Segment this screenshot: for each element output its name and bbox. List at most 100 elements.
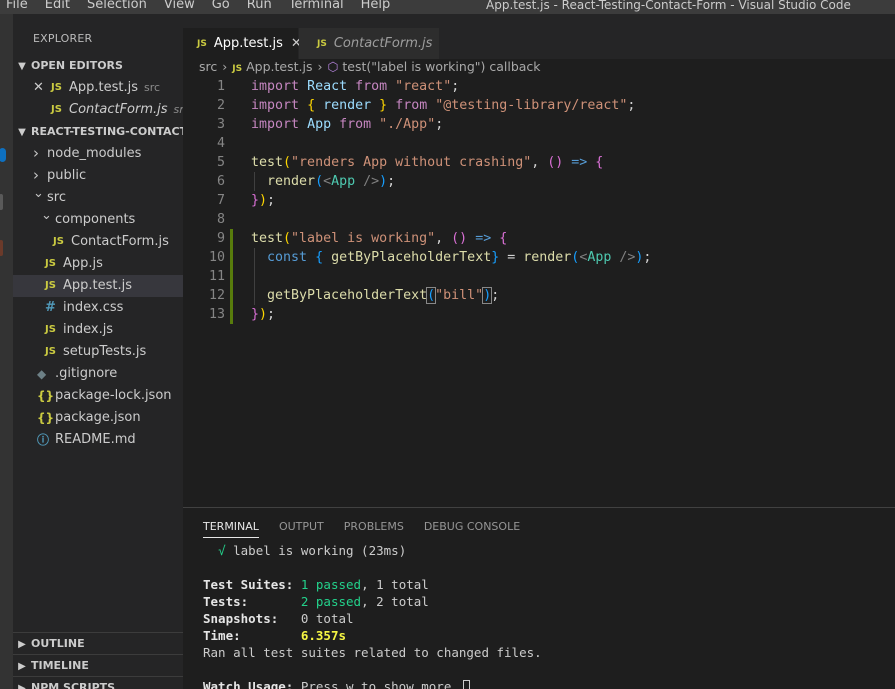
js-file-icon: JS (51, 104, 62, 115)
timeline-section[interactable]: ▶ TIMELINE (13, 654, 183, 676)
project-title: REACT-TESTING-CONTACT... (31, 125, 183, 138)
symbol-icon: ⬡ (327, 59, 339, 74)
tree-item[interactable]: # index.css (13, 297, 183, 319)
code-line: 9 test("label is working", () => { (183, 229, 895, 248)
extensions-icon[interactable] (0, 240, 3, 256)
tab-problems[interactable]: PROBLEMS (344, 520, 404, 538)
chevron-down-icon: ▼ (18, 61, 26, 72)
code-line: 11 (183, 267, 895, 286)
tree-item[interactable]: JS ContactForm.js (13, 231, 183, 253)
tree-item[interactable]: ⌄ components (13, 209, 183, 231)
tests-label: Tests: (203, 594, 249, 609)
menu-terminal[interactable]: Terminal (289, 0, 344, 13)
js-file-icon: JS (317, 39, 327, 49)
tree-item[interactable]: ◆ .gitignore (13, 363, 183, 385)
line-number: 4 (216, 136, 225, 151)
code-editor[interactable]: 1 import React from "react"; 2 import { re… (183, 77, 895, 507)
line-number: 8 (216, 212, 225, 227)
tab-debug-console[interactable]: DEBUG CONSOLE (424, 520, 520, 538)
menu-view[interactable]: View (164, 0, 195, 13)
code-line: 7}); (183, 191, 895, 210)
tree-item[interactable]: › public (13, 165, 183, 187)
json-file-icon: {} (37, 389, 55, 403)
tree-item-label: node_modules (47, 146, 142, 161)
terminal-output[interactable]: √ label is working (23ms) Test Suites: 1… (203, 542, 542, 689)
code-text: import App from "./App"; (251, 117, 444, 132)
npm-scripts-section[interactable]: ▶ NPM SCRIPTS (13, 676, 183, 689)
breadcrumb-symbol[interactable]: test("label is working") callback (342, 59, 540, 74)
code-line: 8 (183, 210, 895, 229)
breadcrumb-folder[interactable]: src (199, 59, 217, 74)
line-number: 1 (216, 79, 225, 94)
menu-file[interactable]: File (6, 0, 28, 13)
suites-passed: 1 passed (300, 577, 362, 592)
tab-label: App.test.js (213, 36, 283, 51)
tree-item[interactable]: ⓘ README.md (13, 429, 183, 451)
chevron-right-icon: › (222, 59, 228, 74)
tab-terminal[interactable]: TERMINAL (203, 520, 259, 538)
window-title: App.test.js - React-Testing-Contact-Form… (486, 0, 851, 12)
js-file-icon: JS (45, 324, 56, 335)
bottom-panel: TERMINAL OUTPUT PROBLEMS DEBUG CONSOLE √… (183, 507, 895, 689)
open-editor-item-contactform[interactable]: JS ContactForm.js src... (13, 99, 183, 121)
tree-item[interactable]: {} package-lock.json (13, 385, 183, 407)
js-file-icon: JS (232, 64, 243, 74)
project-section[interactable]: ▼ REACT-TESTING-CONTACT... (13, 121, 183, 143)
js-file-icon: JS (45, 346, 56, 357)
open-editor-label: ContactForm.js src... (69, 99, 183, 121)
terminal-cursor (462, 680, 470, 689)
line-number: 11 (208, 269, 225, 284)
breadcrumb: src › JS App.test.js › ⬡ test("label is workin… (183, 57, 895, 77)
source-control-badge-icon[interactable] (0, 148, 6, 162)
line-number: 9 (216, 231, 225, 246)
close-icon[interactable]: ✕ (33, 77, 44, 99)
tree-item[interactable]: › node_modules (13, 143, 183, 165)
code-text: test("label is working", () => { (251, 231, 508, 246)
tree-item[interactable]: ⌄ src (13, 187, 183, 209)
code-text: import { render } from "@testing-library… (251, 98, 636, 113)
code-line: 1 import React from "react"; (183, 77, 895, 96)
check-icon: √ (218, 543, 226, 558)
code-text: }); (251, 307, 276, 322)
tree-item[interactable]: JS setupTests.js (13, 341, 183, 363)
chevron-down-icon: ⌄ (41, 209, 52, 223)
tree-item-label: package.json (55, 410, 141, 425)
menu-help[interactable]: Help (361, 0, 391, 13)
terminal-line: Snapshots: 0 total (203, 610, 542, 627)
test-result: label is working (23ms) (233, 543, 407, 558)
code-line: 12 getByPlaceholderText("bill"); (183, 286, 895, 305)
menu-selection[interactable]: Selection (87, 0, 147, 13)
git-file-icon: ◆ (37, 367, 47, 381)
menu-run[interactable]: Run (247, 0, 272, 13)
tab-output[interactable]: OUTPUT (279, 520, 324, 538)
js-file-icon: JS (53, 236, 64, 247)
terminal-line: Tests: 2 passed, 2 total (203, 593, 542, 610)
code-text: getByPlaceholderText("bill"); (267, 287, 500, 304)
tab-contactform[interactable]: JS ContactForm.js (299, 28, 439, 59)
debug-icon[interactable] (0, 194, 3, 210)
tree-item-label: setupTests.js (63, 344, 147, 359)
open-editor-item-app-test[interactable]: ✕ JS App.test.js src (13, 77, 183, 99)
breadcrumb-file[interactable]: App.test.js (246, 59, 312, 74)
menu-go[interactable]: Go (212, 0, 230, 13)
menu-edit[interactable]: Edit (45, 0, 70, 13)
open-editors-title: OPEN EDITORS (31, 59, 123, 72)
info-file-icon: ⓘ (37, 433, 50, 447)
code-line: 4 (183, 134, 895, 153)
open-editors-section[interactable]: ▼ OPEN EDITORS (13, 55, 183, 77)
tests-passed: 2 passed (300, 594, 362, 609)
suites-label: Test Suites: (203, 577, 294, 592)
terminal-line: Ran all test suites related to changed f… (203, 644, 542, 661)
json-file-icon: {} (37, 411, 55, 425)
tree-item-label: README.md (55, 432, 136, 447)
chevron-right-icon: › (317, 59, 323, 74)
code-text: test("renders App without crashing", () … (251, 155, 604, 170)
tree-item[interactable]: JS App.test.js (13, 275, 183, 297)
outline-section[interactable]: ▶ OUTLINE (13, 632, 183, 654)
tree-item[interactable]: JS App.js (13, 253, 183, 275)
tree-item[interactable]: JS index.js (13, 319, 183, 341)
tab-app-test[interactable]: JS App.test.js ✕ (183, 28, 302, 59)
tree-item[interactable]: {} package.json (13, 407, 183, 429)
